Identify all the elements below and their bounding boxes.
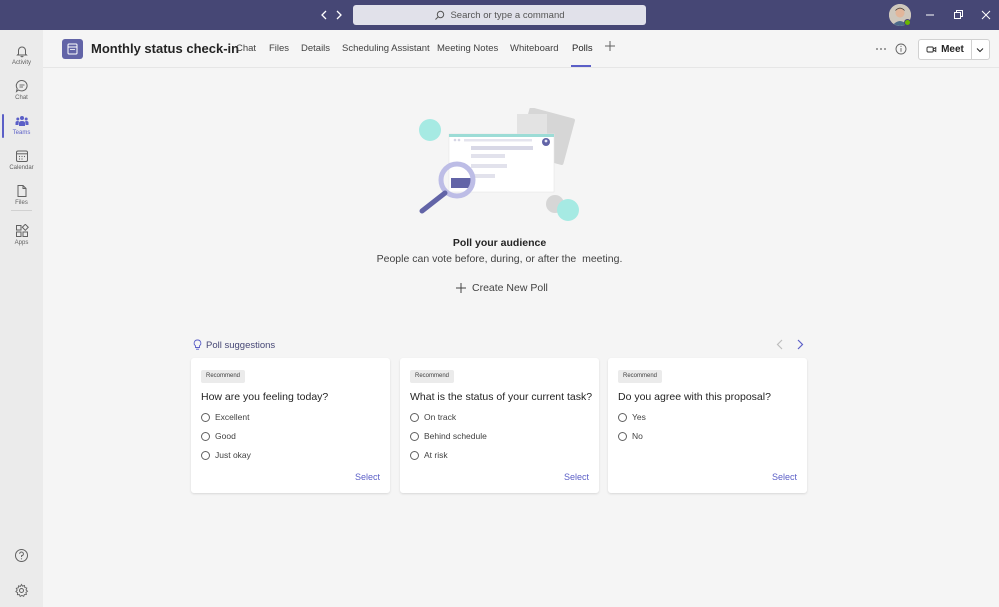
chevron-left-icon[interactable] <box>774 338 786 351</box>
rail-item-teams[interactable]: Teams <box>0 110 43 144</box>
select-button[interactable]: Select <box>355 472 380 482</box>
rail-label: Calendar <box>9 165 34 171</box>
meet-label: Meet <box>941 44 964 55</box>
meet-button[interactable]: Meet <box>918 39 990 60</box>
poll-question: Do you agree with this proposal? <box>618 391 771 403</box>
tab-chat[interactable]: Chat <box>236 43 256 54</box>
recommend-badge: Recommend <box>201 370 246 383</box>
option-label: Just okay <box>215 450 251 460</box>
restore-icon[interactable] <box>951 8 965 22</box>
apps-icon <box>15 224 29 237</box>
search-input[interactable]: Search or type a command <box>353 5 646 25</box>
forward-arrow-icon[interactable] <box>332 8 346 22</box>
tab-whiteboard[interactable]: Whiteboard <box>510 43 559 54</box>
radio-button <box>201 431 210 441</box>
video-camera-icon <box>926 46 937 53</box>
poll-suggestions-label: Poll suggestions <box>206 339 276 351</box>
poll-suggestion-card: Recommend Do you agree with this proposa… <box>608 358 807 493</box>
radio-button <box>410 431 419 441</box>
poll-option: At risk <box>410 449 448 461</box>
poll-question: How are you feeling today? <box>201 391 329 403</box>
calendar-icon <box>15 150 28 162</box>
poll-suggestion-card: Recommend What is the status of your cur… <box>400 358 599 493</box>
rail-item-chat[interactable]: Chat <box>0 75 43 109</box>
teams-icon <box>15 116 28 126</box>
option-label: Excellent <box>215 412 250 422</box>
poll-suggestions-heading: Poll suggestions <box>193 339 275 351</box>
close-icon[interactable] <box>979 8 993 22</box>
poll-option: Yes <box>618 411 646 423</box>
active-indicator <box>2 114 4 138</box>
title-bar: Search or type a command <box>0 0 999 30</box>
option-label: Good <box>215 431 236 441</box>
option-label: On track <box>424 412 457 422</box>
app-rail: Activity Chat Teams Calendar Files Apps <box>0 30 43 607</box>
rail-label: Files <box>15 200 28 206</box>
radio-button <box>410 412 419 422</box>
plus-icon <box>456 283 466 293</box>
select-button[interactable]: Select <box>772 472 797 482</box>
poll-option: No <box>618 430 643 442</box>
rail-divider <box>11 210 32 211</box>
search-icon <box>435 10 445 20</box>
active-tab-indicator <box>571 65 591 67</box>
empty-state-subtitle: People can vote before, during, or after… <box>376 253 623 265</box>
select-button[interactable]: Select <box>564 472 589 482</box>
radio-button <box>618 412 627 422</box>
help-icon[interactable] <box>14 548 29 563</box>
presence-status-icon <box>904 19 911 26</box>
bell-icon <box>15 46 28 58</box>
poll-option: On track <box>410 411 456 423</box>
poll-question: What is the status of your current task? <box>410 391 593 403</box>
poll-option: Good <box>201 430 236 442</box>
option-label: No <box>632 431 643 441</box>
more-options-icon[interactable] <box>875 43 887 55</box>
recommend-badge: Recommend <box>410 370 455 383</box>
option-label: Yes <box>632 412 646 422</box>
radio-button <box>201 450 210 460</box>
poll-option: Behind schedule <box>410 430 487 442</box>
chevron-right-icon[interactable] <box>794 338 806 351</box>
rail-label: Chat <box>15 95 28 101</box>
file-icon <box>17 185 26 197</box>
tab-files[interactable]: Files <box>269 43 289 54</box>
add-tab-icon[interactable] <box>604 40 616 52</box>
meet-divider <box>971 40 972 59</box>
meeting-chat-icon <box>62 39 83 59</box>
polls-illustration <box>419 108 579 221</box>
tab-meeting-notes[interactable]: Meeting Notes <box>437 43 498 54</box>
option-label: At risk <box>424 450 448 460</box>
gear-icon[interactable] <box>14 583 29 598</box>
tab-polls[interactable]: Polls <box>572 43 593 54</box>
radio-button <box>410 450 419 460</box>
rail-item-activity[interactable]: Activity <box>0 40 43 74</box>
poll-option: Excellent <box>201 411 250 423</box>
rail-label: Activity <box>11 60 31 66</box>
poll-option: Just okay <box>201 449 251 461</box>
minimize-icon[interactable] <box>923 8 937 22</box>
radio-button <box>201 412 210 422</box>
poll-suggestion-card: Recommend How are you feeling today? Exc… <box>191 358 390 493</box>
tab-scheduling-assistant[interactable]: Scheduling Assistant <box>342 43 430 54</box>
search-placeholder: Search or type a command <box>450 9 565 21</box>
meeting-title: Monthly status check-in <box>91 41 240 56</box>
option-label: Behind schedule <box>424 431 487 441</box>
create-new-poll-label: Create New Poll <box>472 282 548 294</box>
info-icon[interactable] <box>895 43 907 55</box>
rail-item-files[interactable]: Files <box>0 180 43 214</box>
empty-state-title: Poll your audience <box>452 237 547 249</box>
rail-label: Teams <box>12 130 31 136</box>
create-new-poll-button[interactable]: Create New Poll <box>455 280 548 296</box>
chevron-down-icon[interactable] <box>975 45 985 55</box>
back-arrow-icon[interactable] <box>317 8 331 22</box>
meeting-header: Monthly status check-in Chat Files Detai… <box>43 30 999 68</box>
meet-now-button[interactable]: Meet <box>919 40 971 59</box>
rail-item-calendar[interactable]: Calendar <box>0 145 43 179</box>
recommend-badge: Recommend <box>618 370 663 383</box>
lightbulb-icon <box>193 339 202 350</box>
tab-details[interactable]: Details <box>301 43 330 54</box>
chat-icon <box>15 79 27 93</box>
radio-button <box>618 431 627 441</box>
